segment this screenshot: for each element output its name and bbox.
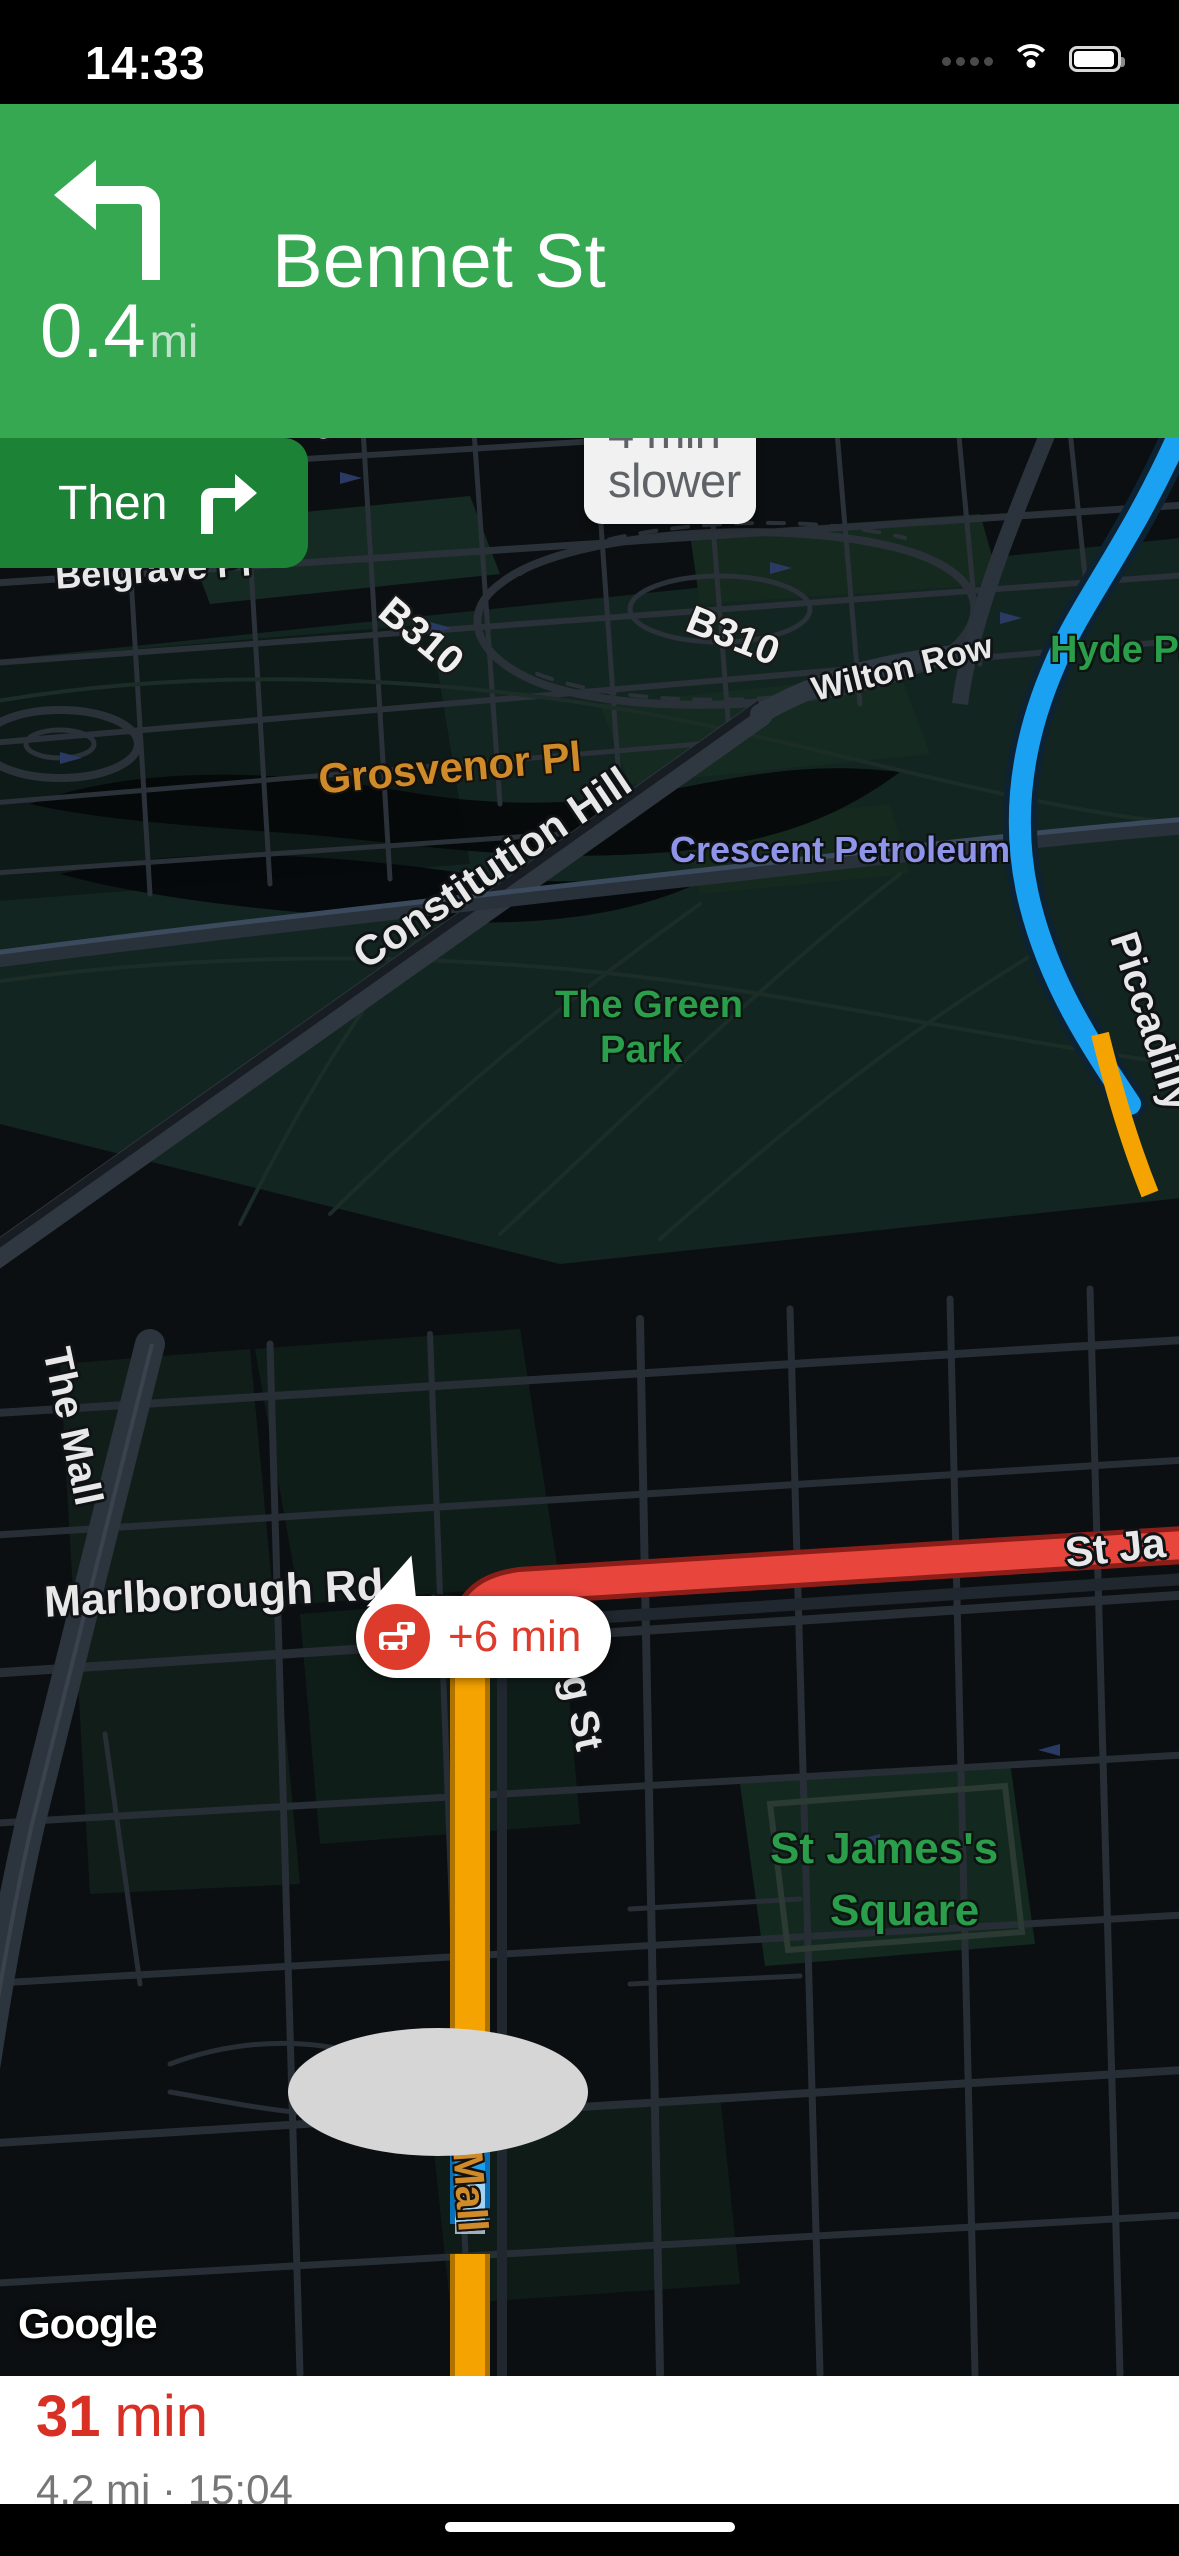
remaining-distance: 0.4 mi [40, 294, 198, 370]
google-attribution: Google [18, 2300, 158, 2347]
alt-route-compare: slower [608, 453, 741, 507]
home-indicator[interactable] [444, 2522, 735, 2532]
traffic-jam-icon [364, 1604, 430, 1670]
wifi-icon [1011, 44, 1051, 74]
eta-minutes: 31 [36, 2384, 101, 2449]
home-indicator-area [0, 2504, 1179, 2556]
navigation-screen: Dane St ogan Ln B319 B310 B310 Belgrave … [0, 0, 1179, 2556]
status-bar-indicators [942, 36, 1125, 82]
status-bar: 14:33 [0, 0, 1179, 104]
traffic-delay-badge[interactable]: +6 min [356, 1555, 612, 1678]
eta-unit: min [114, 2384, 208, 2449]
traffic-delay-text: +6 min [448, 1612, 582, 1661]
then-label: Then [58, 476, 168, 530]
cellular-dots-icon [942, 52, 993, 66]
battery-icon [1069, 46, 1125, 72]
traffic-badge-pointer [361, 1555, 417, 1607]
distance-value: 0.4 [40, 289, 146, 374]
next-street-name: Bennet St [272, 219, 606, 304]
trip-summary-bar[interactable]: 31 min 4.2 mi · 15:04 [0, 2376, 1179, 2513]
eta-duration: 31 min [36, 2388, 208, 2446]
turn-right-arrow-icon [201, 474, 258, 534]
status-bar-clock: 14:33 [85, 37, 206, 89]
then-maneuver-banner[interactable]: Then [0, 438, 308, 568]
turn-left-arrow-icon [54, 160, 160, 280]
navigation-instruction-banner[interactable]: 0.4 mi Bennet St [0, 104, 1179, 438]
distance-unit: mi [149, 315, 199, 367]
vehicle-accuracy-halo [288, 2028, 588, 2156]
